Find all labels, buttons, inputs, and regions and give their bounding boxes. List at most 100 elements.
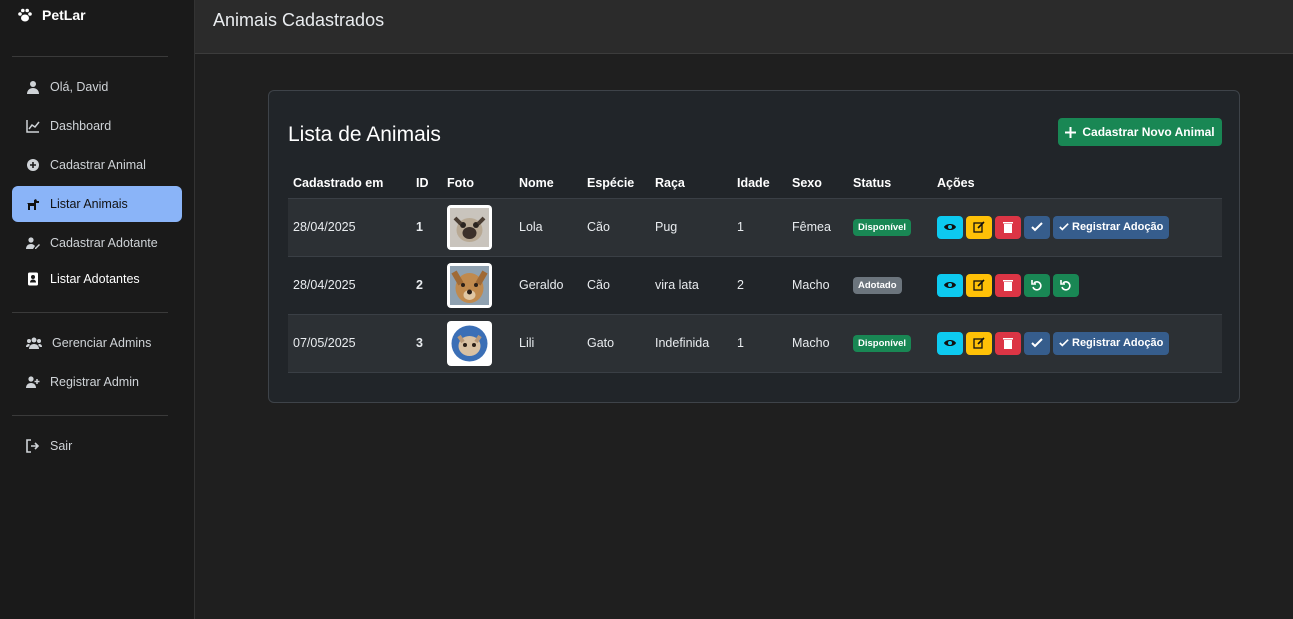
edit-button[interactable] xyxy=(966,331,992,355)
sidebar-item-registrar-admin[interactable]: Registrar Admin xyxy=(12,364,182,400)
column-header: Espécie xyxy=(587,176,635,191)
add-animal-button[interactable]: Cadastrar Novo Animal xyxy=(1058,118,1222,146)
delete-button[interactable] xyxy=(995,331,1021,355)
cat-photo-icon xyxy=(450,323,489,363)
plus-circle-icon xyxy=(27,159,39,171)
column-header: Status xyxy=(853,176,892,191)
register-adoption-button[interactable]: Registrar Adoção xyxy=(1053,331,1170,355)
species-cell: Cão xyxy=(587,220,610,234)
edit-icon xyxy=(973,337,985,349)
trash-icon xyxy=(1003,280,1013,291)
animal-photo[interactable] xyxy=(447,320,492,366)
sidebar-item-cadastrar-adotante[interactable]: Cadastrar Adotante xyxy=(12,225,182,261)
delete-button[interactable] xyxy=(995,215,1021,239)
check-icon xyxy=(1031,338,1043,348)
column-header: Foto xyxy=(447,176,475,191)
chart-line-icon xyxy=(26,120,40,133)
table-row: 07/05/2025 3 Lili Gato Indefinida 1 Mach… xyxy=(288,314,1222,372)
brand-name: PetLar xyxy=(42,7,86,23)
divider xyxy=(12,312,168,313)
name-cell: Lola xyxy=(519,220,543,234)
row-actions: Registrar Adoção xyxy=(937,331,1222,355)
breed-cell: Pug xyxy=(655,220,678,234)
status-badge: Adotado xyxy=(853,276,902,294)
add-animal-label: Cadastrar Novo Animal xyxy=(1082,125,1215,139)
eye-icon xyxy=(944,224,956,230)
view-button[interactable] xyxy=(937,215,963,239)
breed-cell: vira lata xyxy=(655,278,699,292)
sidebar-item-label: Gerenciar Admins xyxy=(52,336,152,350)
dog-photo-icon xyxy=(450,265,489,305)
register-adoption-label: Registrar Adoção xyxy=(1072,221,1164,233)
sidebar-item-label: Sair xyxy=(50,439,73,453)
sidebar-item-label: Dashboard xyxy=(50,119,112,133)
name-cell: Lili xyxy=(519,336,535,350)
sex-cell: Macho xyxy=(792,336,830,350)
column-header: Sexo xyxy=(792,176,822,191)
users-icon xyxy=(26,337,42,349)
species-cell: Gato xyxy=(587,336,615,350)
breed-cell: Indefinida xyxy=(655,336,710,350)
edit-button[interactable] xyxy=(966,273,992,297)
user-plus-icon xyxy=(26,376,40,388)
trash-icon xyxy=(1003,222,1013,233)
table-row: 28/04/2025 2 Geraldo Cão vira lata 2 Mac… xyxy=(288,256,1222,314)
species-cell: Cão xyxy=(587,278,610,292)
revert-adoption-button[interactable] xyxy=(1053,273,1079,297)
view-button[interactable] xyxy=(937,273,963,297)
trash-icon xyxy=(1003,338,1013,349)
edit-icon xyxy=(973,221,985,233)
column-header: Nome xyxy=(519,176,554,191)
id-cell: 1 xyxy=(416,220,423,234)
topbar: Animais Cadastrados xyxy=(195,0,1293,54)
plus-icon xyxy=(1065,126,1077,138)
view-button[interactable] xyxy=(937,331,963,355)
sidebar-item-dashboard[interactable]: Dashboard xyxy=(12,108,182,144)
sidebar-item-listar-animais[interactable]: Listar Animais xyxy=(12,186,182,222)
register-adoption-button[interactable]: Registrar Adoção xyxy=(1053,215,1170,239)
age-cell: 1 xyxy=(737,220,744,234)
id-cell: 2 xyxy=(416,278,423,292)
confirm-button[interactable] xyxy=(1024,331,1050,355)
sidebar-item-sair[interactable]: Sair xyxy=(12,428,182,464)
sidebar-item-cadastrar-animal[interactable]: Cadastrar Animal xyxy=(12,147,182,183)
animals-table: Cadastrado em ID Foto Nome Espécie Raça … xyxy=(288,169,1222,373)
paw-icon xyxy=(18,8,32,22)
register-adoption-label: Registrar Adoção xyxy=(1072,337,1164,349)
id-cell: 3 xyxy=(416,336,423,350)
column-header: ID xyxy=(416,176,429,191)
eye-icon xyxy=(944,282,956,288)
sidebar-item-gerenciar-admins[interactable]: Gerenciar Admins xyxy=(12,325,182,361)
sidebar-item-label: Cadastrar Adotante xyxy=(50,236,158,250)
animals-card: Lista de Animais Cadastrar Novo Animal C… xyxy=(268,90,1240,403)
column-header: Idade xyxy=(737,176,770,191)
edit-user-icon xyxy=(26,237,40,249)
sidebar-item-label: Listar Adotantes xyxy=(50,272,140,286)
edit-icon xyxy=(973,279,985,291)
edit-button[interactable] xyxy=(966,215,992,239)
delete-button[interactable] xyxy=(995,273,1021,297)
table-header-row: Cadastrado em ID Foto Nome Espécie Raça … xyxy=(288,169,1222,198)
sidebar-item-label: Cadastrar Animal xyxy=(50,158,146,172)
column-header: Ações xyxy=(937,176,975,191)
date-cell: 28/04/2025 xyxy=(293,278,356,292)
divider xyxy=(12,56,168,57)
check-icon xyxy=(1031,222,1043,232)
column-header: Cadastrado em xyxy=(293,176,384,191)
animal-photo[interactable] xyxy=(447,204,492,250)
divider xyxy=(12,415,168,416)
animal-photo[interactable] xyxy=(447,262,492,308)
undo-icon xyxy=(1060,280,1071,291)
dog-icon xyxy=(27,199,39,210)
sidebar-item-user[interactable]: Olá, David xyxy=(12,69,182,105)
row-actions xyxy=(937,273,1222,297)
age-cell: 2 xyxy=(737,278,744,292)
sex-cell: Macho xyxy=(792,278,830,292)
sidebar-item-listar-adotantes[interactable]: Listar Adotantes xyxy=(12,261,182,297)
check-icon xyxy=(1059,223,1069,231)
address-card-icon xyxy=(28,272,38,286)
sidebar-item-label: Olá, David xyxy=(50,80,109,94)
confirm-button[interactable] xyxy=(1024,215,1050,239)
brand[interactable]: PetLar xyxy=(17,6,86,24)
undo-button[interactable] xyxy=(1024,273,1050,297)
